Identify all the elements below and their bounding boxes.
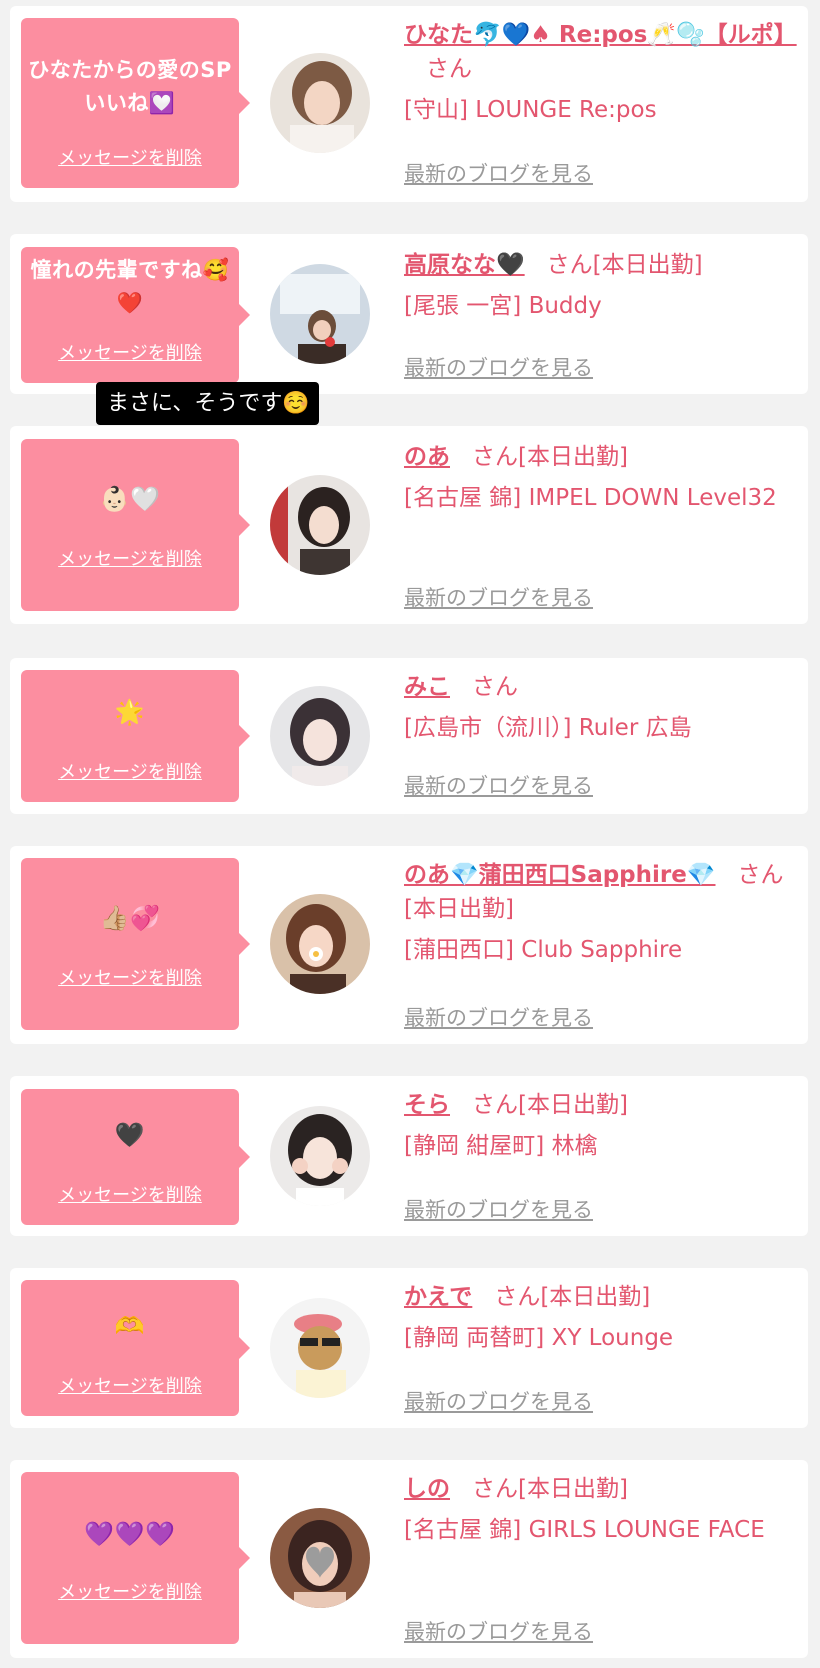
profile-info: のあ💎蒲田西口Sapphire💎 さん [本日出勤] [蒲田西口] Club Sap…	[404, 858, 794, 1030]
profile-info: 高原なな🖤 さん[本日出勤] [尾張 一宮] Buddy 最新のブログを見る	[404, 248, 794, 380]
message-list: ひなたからの愛のSPいいね💟 メッセージを削除 ひなた🐬💙♠ Re:pos🥂🫧【…	[0, 0, 820, 1668]
shop-info: [静岡 紺屋町] 林檎	[404, 1133, 598, 1159]
message-card: 🖤 メッセージを削除 そら さん[本日出勤] [静岡 紺屋町] 林檎 最新のブログ…	[10, 1076, 808, 1236]
profile-info: かえで さん[本日出勤] [静岡 両替町] XY Lounge 最新のブログを見る	[404, 1280, 794, 1414]
honorific: さん	[426, 56, 472, 82]
message-text: 憧れの先輩ですね🥰❤️	[30, 258, 230, 315]
message-card: 憧れの先輩ですね🥰❤️ メッセージを削除 高原なな🖤 さん[本日出勤] [尾張 一…	[10, 234, 808, 394]
working-today-label: [本日出勤]	[518, 1476, 628, 1502]
avatar[interactable]	[270, 894, 370, 994]
cartoon-avatar-icon	[270, 1298, 370, 1398]
avatar[interactable]	[270, 264, 370, 364]
avatar[interactable]	[270, 475, 370, 575]
profile-photo-icon	[270, 894, 370, 994]
message-card: 👍🏼💞 メッセージを削除 のあ💎蒲田西口Sapphire💎 さん [本日出勤] [蒲…	[10, 846, 808, 1044]
delete-message-link[interactable]: メッセージを削除	[21, 964, 239, 990]
profile-photo-icon	[270, 1106, 370, 1206]
message-text: 🌟	[114, 698, 146, 726]
delete-message-link[interactable]: メッセージを削除	[21, 339, 239, 365]
shop-info: [尾張 一宮] Buddy	[404, 293, 602, 319]
profile-info: そら さん[本日出勤] [静岡 紺屋町] 林檎 最新のブログを見る	[404, 1088, 794, 1222]
working-today-label: [本日出勤]	[518, 444, 628, 470]
profile-photo-icon	[270, 1508, 370, 1608]
latest-blog-link[interactable]: 最新のブログを見る	[404, 352, 593, 382]
shop-info: [名古屋 錦] GIRLS LOUNGE FACE	[404, 1517, 765, 1543]
message-card: 🌟 メッセージを削除 みこ さん [広島市（流川）] Ruler 広島 最新のブロ…	[10, 658, 808, 814]
profile-name-link[interactable]: のあ	[404, 444, 450, 470]
profile-photo-icon	[270, 475, 370, 575]
profile-info: のあ さん[本日出勤] [名古屋 錦] IMPEL DOWN Level32 最新…	[404, 440, 794, 610]
honorific: さん	[472, 1476, 518, 1502]
message-bubble: 🖤 メッセージを削除	[21, 1089, 250, 1225]
profile-info: みこ さん [広島市（流川）] Ruler 広島 最新のブログを見る	[404, 670, 794, 798]
profile-photo-icon	[270, 686, 370, 786]
working-today-label: [本日出勤]	[518, 1092, 628, 1118]
honorific: さん	[472, 674, 518, 700]
profile-name-link[interactable]: のあ💎蒲田西口Sapphire💎	[404, 862, 716, 888]
latest-blog-link[interactable]: 最新のブログを見る	[404, 1386, 593, 1416]
delete-message-link[interactable]: メッセージを削除	[21, 1181, 239, 1207]
avatar[interactable]	[270, 1106, 370, 1206]
honorific: さん	[494, 1284, 541, 1310]
profile-name-link[interactable]: 高原なな🖤	[404, 252, 525, 278]
profile-name-link[interactable]: ひなた🐬💙♠ Re:pos🥂🫧【ルポ】	[404, 22, 797, 48]
shop-info: [静岡 両替町] XY Lounge	[404, 1325, 674, 1351]
latest-blog-link[interactable]: 最新のブログを見る	[404, 158, 593, 188]
latest-blog-link[interactable]: 最新のブログを見る	[404, 1002, 593, 1032]
message-card: ひなたからの愛のSPいいね💟 メッセージを削除 ひなた🐬💙♠ Re:pos🥂🫧【…	[10, 6, 808, 202]
shop-info: [名古屋 錦] IMPEL DOWN Level32	[404, 485, 777, 511]
message-text: ひなたからの愛のSPいいね💟	[28, 58, 232, 115]
message-text: 🖤	[114, 1121, 146, 1149]
working-today-label: [本日出勤]	[592, 252, 703, 278]
shop-info: [守山] LOUNGE Re:pos	[404, 97, 657, 123]
working-today-label: [本日出勤]	[540, 1284, 651, 1310]
profile-photo-icon	[270, 264, 370, 364]
profile-name-link[interactable]: かえで	[404, 1284, 472, 1310]
honorific: さん	[546, 252, 593, 278]
honorific: さん	[737, 862, 784, 888]
avatar[interactable]	[270, 1508, 370, 1608]
avatar[interactable]	[270, 686, 370, 786]
avatar[interactable]	[270, 53, 370, 153]
shop-info: [広島市（流川）] Ruler 広島	[404, 715, 692, 741]
message-bubble: 憧れの先輩ですね🥰❤️ メッセージを削除	[21, 247, 250, 383]
delete-message-link[interactable]: メッセージを削除	[21, 1372, 239, 1398]
avatar[interactable]	[270, 1298, 370, 1398]
honorific: さん	[472, 444, 518, 470]
message-bubble: 🫶 メッセージを削除	[21, 1280, 250, 1416]
delete-message-link[interactable]: メッセージを削除	[21, 758, 239, 784]
profile-name-link[interactable]: しの	[404, 1476, 450, 1502]
message-bubble: ひなたからの愛のSPいいね💟 メッセージを削除	[21, 18, 250, 188]
shop-info: [蒲田西口] Club Sapphire	[404, 937, 683, 963]
latest-blog-link[interactable]: 最新のブログを見る	[404, 1616, 593, 1646]
message-bubble: 👶🏻🤍 メッセージを削除	[21, 439, 250, 611]
message-text: 👍🏼💞	[99, 904, 161, 932]
latest-blog-link[interactable]: 最新のブログを見る	[404, 1194, 593, 1224]
message-card: 👶🏻🤍 メッセージを削除 のあ さん[本日出勤] [名古屋 錦] IMPEL DO…	[10, 426, 808, 624]
message-bubble: 🌟 メッセージを削除	[21, 670, 250, 802]
message-text: 💜💜💜	[84, 1520, 176, 1548]
message-card: 💜💜💜 メッセージを削除 しの さん[本日出勤] [名古屋 錦] GIRLS LO…	[10, 1460, 808, 1658]
working-today-label: [本日出勤]	[404, 896, 514, 922]
profile-info: しの さん[本日出勤] [名古屋 錦] GIRLS LOUNGE FACE 最新の…	[404, 1472, 794, 1644]
message-text: 👶🏻🤍	[99, 485, 161, 513]
delete-message-link[interactable]: メッセージを削除	[21, 1578, 239, 1604]
message-bubble: 👍🏼💞 メッセージを削除	[21, 858, 250, 1030]
profile-name-link[interactable]: そら	[404, 1092, 450, 1118]
reply-tooltip: まさに、そうです☺️	[96, 382, 319, 425]
message-bubble: 💜💜💜 メッセージを削除	[21, 1472, 250, 1644]
message-text: 🫶	[114, 1312, 146, 1340]
message-card: 🫶 メッセージを削除 かえで さん[本日出勤] [静岡 両替町] XY Loung…	[10, 1268, 808, 1428]
profile-photo-icon	[270, 53, 370, 153]
latest-blog-link[interactable]: 最新のブログを見る	[404, 770, 593, 800]
profile-name-link[interactable]: みこ	[404, 674, 450, 700]
delete-message-link[interactable]: メッセージを削除	[21, 545, 239, 571]
delete-message-link[interactable]: メッセージを削除	[21, 144, 239, 170]
profile-info: ひなた🐬💙♠ Re:pos🥂🫧【ルポ】さん [守山] LOUNGE Re:pos…	[404, 18, 797, 186]
honorific: さん	[472, 1092, 518, 1118]
latest-blog-link[interactable]: 最新のブログを見る	[404, 582, 593, 612]
